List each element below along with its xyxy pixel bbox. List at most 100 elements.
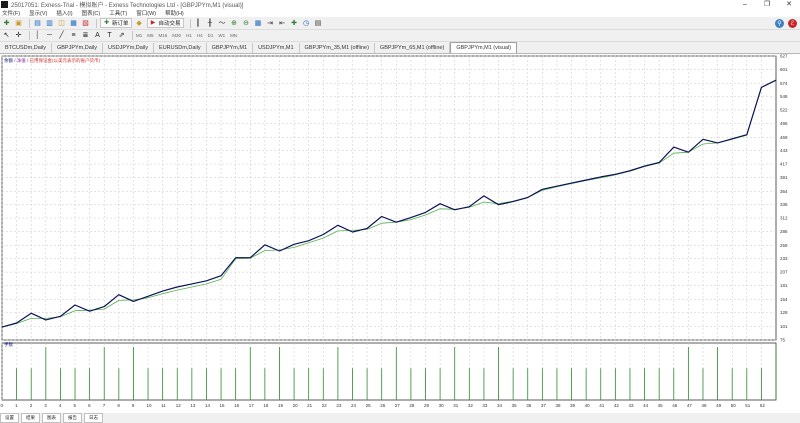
x-tick-label: 14 [205, 403, 211, 408]
menu-view[interactable]: 显示(V) [29, 9, 47, 17]
timeframe-mn[interactable]: MN [230, 33, 237, 38]
templates-icon[interactable]: ▤ [314, 19, 323, 28]
timeframe-m30[interactable]: M30 [172, 33, 181, 38]
timeframe-m1[interactable]: M1 [136, 33, 142, 38]
tester-tab-journal[interactable]: 日志 [84, 413, 103, 423]
tab-gbpjpym35-offline[interactable]: GBPJPYm_35,M1 (offline) [299, 43, 375, 53]
auto-trading-label: 自动交易 [158, 21, 181, 27]
window-controls: – ❐ ✕ [734, 0, 800, 9]
x-tick-label: 4 [59, 403, 62, 408]
label-icon[interactable]: T [105, 31, 114, 40]
toolbar-separator [96, 18, 97, 28]
fibonacci-icon[interactable]: ≣ [81, 31, 90, 40]
indicators-icon[interactable]: ✚ [290, 19, 299, 28]
toolbar-separator [189, 18, 191, 28]
volume-subwindow-label: 手数 [4, 342, 13, 347]
timeframe-h1[interactable]: H1 [186, 33, 192, 38]
tab-usdjpym-daily[interactable]: USDJPYm,Daily [103, 43, 155, 53]
channel-icon[interactable]: ≡ [69, 31, 78, 40]
tab-btcusdm-daily[interactable]: BTCUSDm,Daily [0, 43, 52, 53]
x-tick-label: 8 [117, 403, 120, 408]
line-chart-icon[interactable]: 〜 [218, 19, 227, 28]
zoom-out-icon[interactable]: ⊖ [242, 19, 251, 28]
chart-area[interactable]: 75 101 128 154 181 207 233 259 286 312 338 364 391 41… [0, 54, 800, 413]
tab-gbpjpym-daily[interactable]: GBPJPYm,Daily [51, 43, 103, 53]
timeframe-m15[interactable]: M15 [159, 33, 168, 38]
menu-charts[interactable]: 图表(C) [82, 9, 101, 17]
search-icon[interactable]: ⚲ [775, 18, 784, 28]
cursor-icon[interactable]: ↖ [2, 31, 11, 40]
y-tick-label: 522 [780, 108, 788, 113]
tab-eurusdm-daily[interactable]: EURUSDm,Daily [154, 43, 207, 53]
y-tick-label: 233 [780, 256, 788, 261]
menu-bar: 文件(F) 显示(V) 插入(I) 图表(C) 工具(T) 窗口(W) 帮助(H… [0, 9, 800, 17]
tester-tab-report[interactable]: 报告 [63, 413, 82, 423]
x-tick-label: 23 [336, 403, 342, 408]
metaeditor-icon[interactable]: ◆ [135, 19, 144, 28]
vertical-line-icon[interactable]: │ [33, 31, 42, 40]
bar-chart-icon[interactable]: ┃ [194, 19, 203, 28]
auto-trading-icon: ▶ [150, 19, 156, 26]
horizontal-line-icon[interactable]: ─ [45, 31, 54, 40]
legend-balance: 余额 [4, 58, 13, 63]
chart-legend: 余额 / 净值 / 已用保证金(以美元表示的账户货币) [4, 58, 100, 64]
tab-usdjpym-m1[interactable]: USDJPYm,M1 [253, 43, 300, 53]
menu-file[interactable]: 文件(F) [2, 9, 20, 17]
candlestick-icon[interactable]: ╂ [206, 19, 215, 28]
trendline-icon[interactable]: ╱ [57, 31, 66, 40]
navigator-icon[interactable]: ◫ [57, 19, 66, 28]
x-tick-label: 25 [366, 403, 372, 408]
y-tick-label: 207 [780, 270, 788, 275]
tools-toolbar: ↖ ✛ │ ─ ╱ ≡ ≣ A T ⇗ M1 M5 M15 M30 H1 H4 … [0, 30, 800, 42]
standard-toolbar: ✚ ▣ ▤ ▥ ◫ ▦ ▧ ✚ 新订单 ◆ ▶ 自动交易 ┃ ╂ 〜 ⊕ ⊖ ▦… [0, 17, 800, 30]
tile-windows-icon[interactable]: ▦ [254, 19, 263, 28]
toolbar-separator [29, 18, 30, 28]
restore-button[interactable]: ❐ [756, 0, 778, 9]
tester-icon[interactable]: ▧ [81, 19, 90, 28]
arrow-icon[interactable]: ⇗ [117, 31, 126, 40]
tab-gbpjpym-m1[interactable]: GBPJPYm,M1 [206, 43, 254, 53]
y-tick-label: 627 [780, 54, 788, 59]
close-button[interactable]: ✕ [778, 0, 800, 9]
data-window-icon[interactable]: ▥ [45, 19, 54, 28]
timeframe-d1[interactable]: D1 [208, 33, 214, 38]
menu-tools[interactable]: 工具(T) [109, 9, 127, 17]
y-tick-label: 128 [780, 310, 788, 315]
tester-tab-results[interactable]: 结果 [21, 413, 40, 423]
chart-shift-icon[interactable]: ⇥ [266, 19, 275, 28]
menu-window[interactable]: 窗口(W) [136, 9, 156, 17]
periods-icon[interactable]: ◷ [302, 19, 311, 28]
new-order-button[interactable]: ✚ 新订单 [100, 18, 132, 28]
x-tick-label: 41 [599, 403, 605, 408]
tester-tab-graph[interactable]: 图表 [42, 413, 61, 423]
x-tick-label: 5 [74, 403, 77, 408]
notification-icon[interactable]: ℰ [788, 18, 797, 28]
x-tick-label: 27 [395, 403, 401, 408]
profiles-icon[interactable]: ▣ [14, 19, 23, 28]
new-chart-icon[interactable]: ✚ [2, 19, 11, 28]
tester-tab-settings[interactable]: 设置 [0, 413, 19, 423]
terminal-icon[interactable]: ▦ [69, 19, 78, 28]
autoscroll-icon[interactable]: ⇤ [278, 19, 287, 28]
tab-gbpjpym65-offline[interactable]: GBPJPYm_65,M1 (offline) [374, 43, 451, 53]
minimize-button[interactable]: – [734, 0, 756, 9]
x-tick-label: 1 [15, 403, 18, 408]
x-tick-label: 26 [380, 403, 386, 408]
timeframe-h4[interactable]: H4 [197, 33, 203, 38]
auto-trading-button[interactable]: ▶ 自动交易 [146, 18, 184, 28]
x-tick-label: 51 [745, 403, 751, 408]
x-tick-label: 44 [643, 403, 649, 408]
crosshair-icon[interactable]: ✛ [14, 31, 23, 40]
tab-gbpjpym-m1-visual[interactable]: GBPJPYm,M1 (visual) [450, 42, 518, 53]
timeframe-w1[interactable]: W1 [218, 33, 225, 38]
timeframe-m5[interactable]: M5 [147, 33, 153, 38]
x-tick-label: 15 [220, 403, 226, 408]
volume-plot-border [1, 342, 777, 401]
text-icon[interactable]: A [93, 31, 102, 40]
market-watch-icon[interactable]: ▤ [33, 19, 42, 28]
menu-help[interactable]: 帮助(H) [165, 9, 184, 17]
y-tick-label: 601 [780, 67, 788, 72]
y-tick-label: 496 [780, 121, 788, 126]
zoom-in-icon[interactable]: ⊕ [230, 19, 239, 28]
menu-insert[interactable]: 插入(I) [56, 9, 72, 17]
